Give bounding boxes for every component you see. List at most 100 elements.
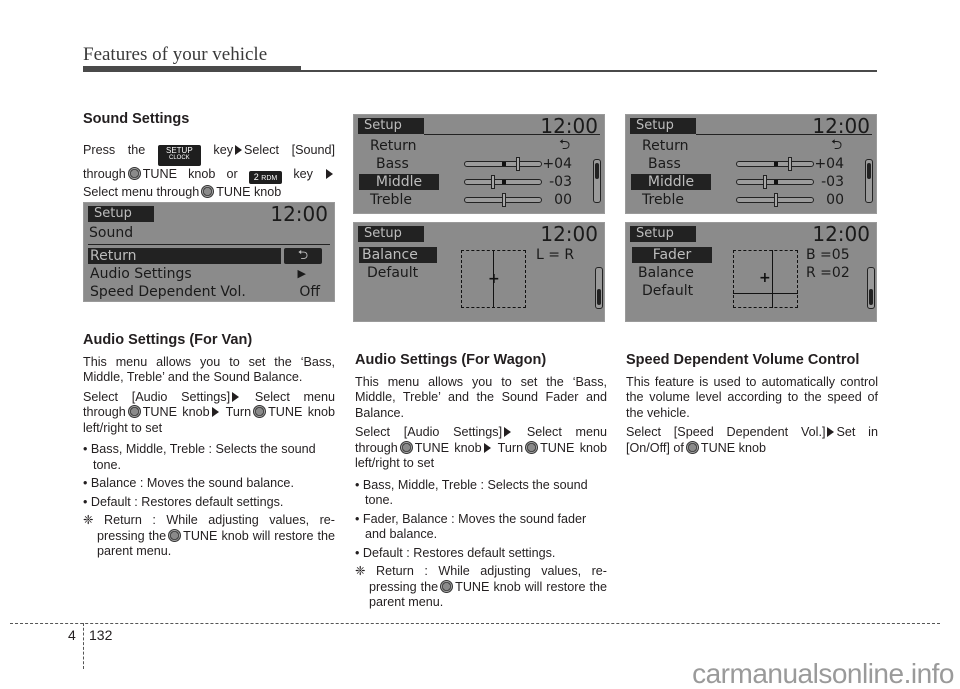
scrollbar — [595, 267, 603, 309]
tune-knob-icon — [127, 405, 141, 418]
lcd-fader-wagon: Setup 12:00 Fader Balance Default + B =0… — [625, 222, 877, 322]
treble-slider — [736, 193, 814, 207]
lcd-row-return: Return — [370, 138, 417, 154]
tune-knob-icon — [685, 440, 699, 454]
page-header-title: Features of your vehicle — [83, 44, 268, 65]
arrow-right-icon — [232, 391, 240, 402]
lcd-title: Setup — [630, 118, 696, 134]
scrollbar — [865, 159, 873, 203]
header-rule — [300, 70, 877, 72]
lcd-clock: 12:00 — [270, 202, 328, 226]
tune-knob-icon — [201, 184, 215, 198]
lcd-title: Setup — [88, 206, 154, 222]
lcd-rule — [424, 134, 600, 135]
watermark: carmanualsonline.info — [692, 658, 954, 689]
footer-divider — [83, 623, 84, 669]
lcd-sound-menu: Setup 12:00 Sound Return ⮌ Audio Setting… — [83, 202, 335, 302]
van-heading: Audio Settings (For Van) — [83, 332, 253, 348]
bass-value: +04 — [814, 156, 844, 172]
return-arrow-icon: ⮌ — [284, 248, 322, 264]
lcd-row-audio-settings: Audio Settings — [90, 266, 192, 282]
bullet-item: • Balance : Moves the sound balance. — [83, 476, 294, 490]
lcd-row-default: Default — [642, 283, 694, 299]
lcd-row-balance: Balance — [359, 247, 437, 263]
lcd-row-treble: Treble — [370, 192, 412, 208]
van-intro: This menu allows you to set the ‘Bass, M… — [83, 354, 335, 385]
lcd-clock: 12:00 — [812, 222, 870, 246]
lcd-value-off: Off — [299, 284, 320, 300]
bass-slider — [464, 157, 542, 171]
page-number: 132 — [89, 627, 113, 643]
scrollbar — [867, 267, 875, 309]
middle-slider — [464, 175, 542, 189]
bass-slider — [736, 157, 814, 171]
lcd-divider — [88, 244, 330, 245]
chevron-right-icon: ▶ — [297, 267, 306, 280]
treble-value: 00 — [826, 192, 844, 208]
speed-dependent-intro: This feature is used to automatically co… — [626, 374, 878, 420]
bullet-item: • Bass, Middle, Treble : Selects the sou… — [355, 477, 588, 508]
tune-knob-icon — [253, 405, 267, 418]
treble-slider — [464, 193, 542, 207]
van-section: Audio Settings (For Van) This menu allow… — [83, 332, 335, 564]
lcd-row-middle: Middle — [631, 174, 711, 190]
lcd-row-default: Default — [367, 265, 419, 281]
fader-readout: B =05 — [806, 247, 850, 263]
wagon-heading: Audio Settings (For Wagon) — [355, 352, 547, 368]
middle-value: -03 — [549, 174, 572, 190]
return-arrow-icon: ⮌ — [831, 137, 843, 153]
lcd-title: Setup — [358, 226, 424, 242]
lcd-row-bass: Bass — [648, 156, 681, 172]
balance-readout: L = R — [536, 247, 575, 263]
return-note: ❈ Return : While adjusting values, re-pr… — [355, 564, 608, 609]
sound-settings-section: Sound Settings Press the SETUP CLOCK key S… — [83, 111, 336, 205]
tune-knob-icon — [440, 579, 454, 593]
wagon-section: Audio Settings (For Wagon) This menu all… — [355, 352, 608, 615]
bullet-item: • Default : Restores default settings. — [355, 545, 556, 560]
tune-knob-icon — [127, 166, 141, 180]
scrollbar — [593, 159, 601, 203]
bullet-item: • Bass, Middle, Treble : Selects the sou… — [83, 442, 316, 472]
middle-value: -03 — [821, 174, 844, 190]
bullet-item: • Default : Restores default settings. — [83, 494, 284, 509]
position-marker-icon: + — [488, 271, 500, 287]
balance-readout: R =02 — [806, 265, 850, 281]
arrow-right-icon — [827, 427, 835, 437]
lcd-row-bass: Bass — [376, 156, 409, 172]
lcd-row-return: Return — [88, 248, 281, 264]
tune-knob-icon — [525, 440, 539, 454]
lcd-title: Setup — [358, 118, 424, 134]
return-arrow-icon: ⮌ — [559, 137, 571, 153]
arrow-right-icon — [235, 144, 243, 155]
lcd-row-middle: Middle — [359, 174, 439, 190]
position-marker-icon: + — [759, 270, 771, 286]
treble-value: 00 — [554, 192, 572, 208]
sound-settings-instructions: Press the SETUP CLOCK key Select [Sound] t… — [83, 142, 336, 199]
middle-slider — [736, 175, 814, 189]
header-bar — [83, 66, 301, 72]
setup-clock-key-icon: SETUP CLOCK — [157, 144, 201, 166]
speed-dependent-heading: Speed Dependent Volume Control — [626, 352, 860, 368]
lcd-row-speed-dependent-vol: Speed Dependent Vol. — [90, 284, 246, 300]
arrow-right-icon — [504, 427, 512, 437]
lcd-rule — [696, 134, 872, 135]
wagon-intro: This menu allows you to set the ‘Bass, M… — [355, 374, 607, 420]
lcd-tone-van: Setup 12:00 Return ⮌ Bass +04 Middle -03… — [353, 114, 605, 214]
chapter-number: 4 — [68, 627, 76, 643]
sound-settings-heading: Sound Settings — [83, 111, 190, 127]
lcd-row-return: Return — [642, 138, 689, 154]
speed-dependent-instructions: Select [Speed Dependent Vol.] Set in [On/… — [626, 425, 878, 455]
lcd-title: Setup — [630, 226, 696, 242]
arrow-right-icon — [211, 407, 219, 417]
arrow-right-icon — [483, 442, 491, 453]
lcd-tone-wagon: Setup 12:00 Return ⮌ Bass +04 Middle -03… — [625, 114, 877, 214]
arrow-right-icon — [326, 168, 333, 179]
lcd-row-fader: Fader — [632, 247, 712, 263]
lcd-balance-van: Setup 12:00 Balance Default + L = R — [353, 222, 605, 322]
wagon-instructions: Select [Audio Settings] Select menu thro… — [355, 425, 608, 470]
rdm-key-icon: 2 RDM — [248, 170, 283, 184]
lcd-row-treble: Treble — [642, 192, 684, 208]
tune-knob-icon — [399, 440, 413, 454]
speed-dependent-section: Speed Dependent Volume Control This feat… — [626, 352, 878, 460]
bullet-item: • Fader, Balance : Moves the sound fader… — [355, 511, 587, 542]
